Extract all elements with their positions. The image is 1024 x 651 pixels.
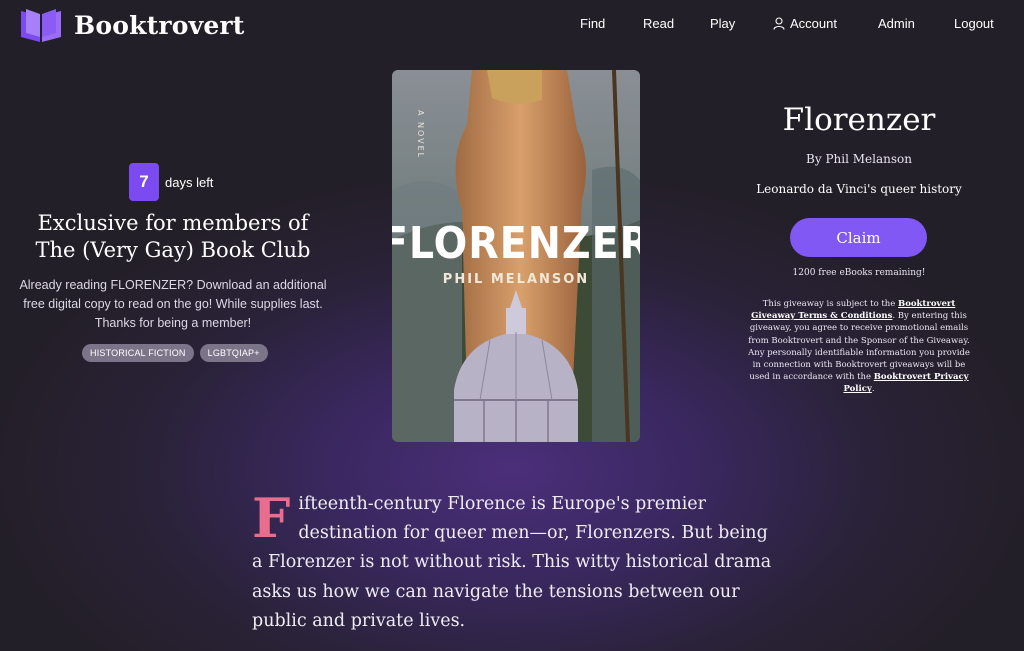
promo-headline: Exclusive for members of The (Very Gay) … — [0, 210, 346, 264]
nav-find[interactable]: Find — [580, 16, 605, 31]
book-cover-art: A NOVEL FLORENZER PHIL MELANSON — [392, 70, 640, 442]
book-cover: A NOVEL FLORENZER PHIL MELANSON — [392, 70, 640, 442]
nav-logout[interactable]: Logout — [954, 16, 994, 31]
promo-headline-line1: Exclusive for members of — [37, 211, 309, 235]
blurb-dropcap: F — [252, 486, 291, 550]
blurb-text: ifteenth-century Florence is Europe's pr… — [252, 494, 772, 631]
book-blurb: Fifteenth-century Florence is Europe's p… — [252, 490, 778, 636]
promo-description: Already reading FLORENZER? Download an a… — [19, 278, 327, 330]
book-subtitle: Leonardo da Vinci's queer history — [756, 182, 962, 196]
nav-admin[interactable]: Admin — [878, 16, 915, 31]
cover-author: PHIL MELANSON — [443, 272, 589, 287]
book-author: By Phil Melanson — [806, 152, 912, 166]
nav-account-label: Account — [790, 16, 837, 31]
tag-historical-fiction[interactable]: HISTORICAL FICTION — [82, 344, 194, 362]
legal-part3: . — [871, 384, 875, 395]
promo-headline-line2: The (Very Gay) Book Club — [35, 238, 311, 262]
giveaway-legal-text: This giveaway is subject to the Booktrov… — [743, 298, 975, 396]
days-left-badge: 7 days left — [129, 163, 213, 201]
nav-read[interactable]: Read — [643, 16, 674, 31]
cover-title: FLORENZER — [392, 218, 640, 269]
tag-lgbtqiap[interactable]: LGBTQIAP+ — [199, 344, 268, 362]
brand-name: Booktrovert — [74, 10, 245, 40]
legal-part1: This giveaway is subject to the — [762, 299, 899, 309]
claim-button[interactable]: Claim — [790, 218, 927, 257]
genre-tags: HISTORICAL FICTION LGBTQIAP+ — [82, 344, 268, 362]
brand[interactable]: Booktrovert — [18, 7, 245, 43]
open-book-icon — [21, 9, 61, 42]
days-label: days left — [165, 174, 214, 190]
cover-kicker: A NOVEL — [416, 110, 425, 159]
days-count: 7 — [129, 163, 159, 201]
nav-account[interactable]: Account — [773, 16, 837, 31]
nav-play[interactable]: Play — [710, 16, 735, 31]
book-title: Florenzer — [782, 102, 936, 138]
user-icon — [773, 17, 785, 30]
remaining-count: 1200 free eBooks remaining! — [792, 268, 926, 278]
